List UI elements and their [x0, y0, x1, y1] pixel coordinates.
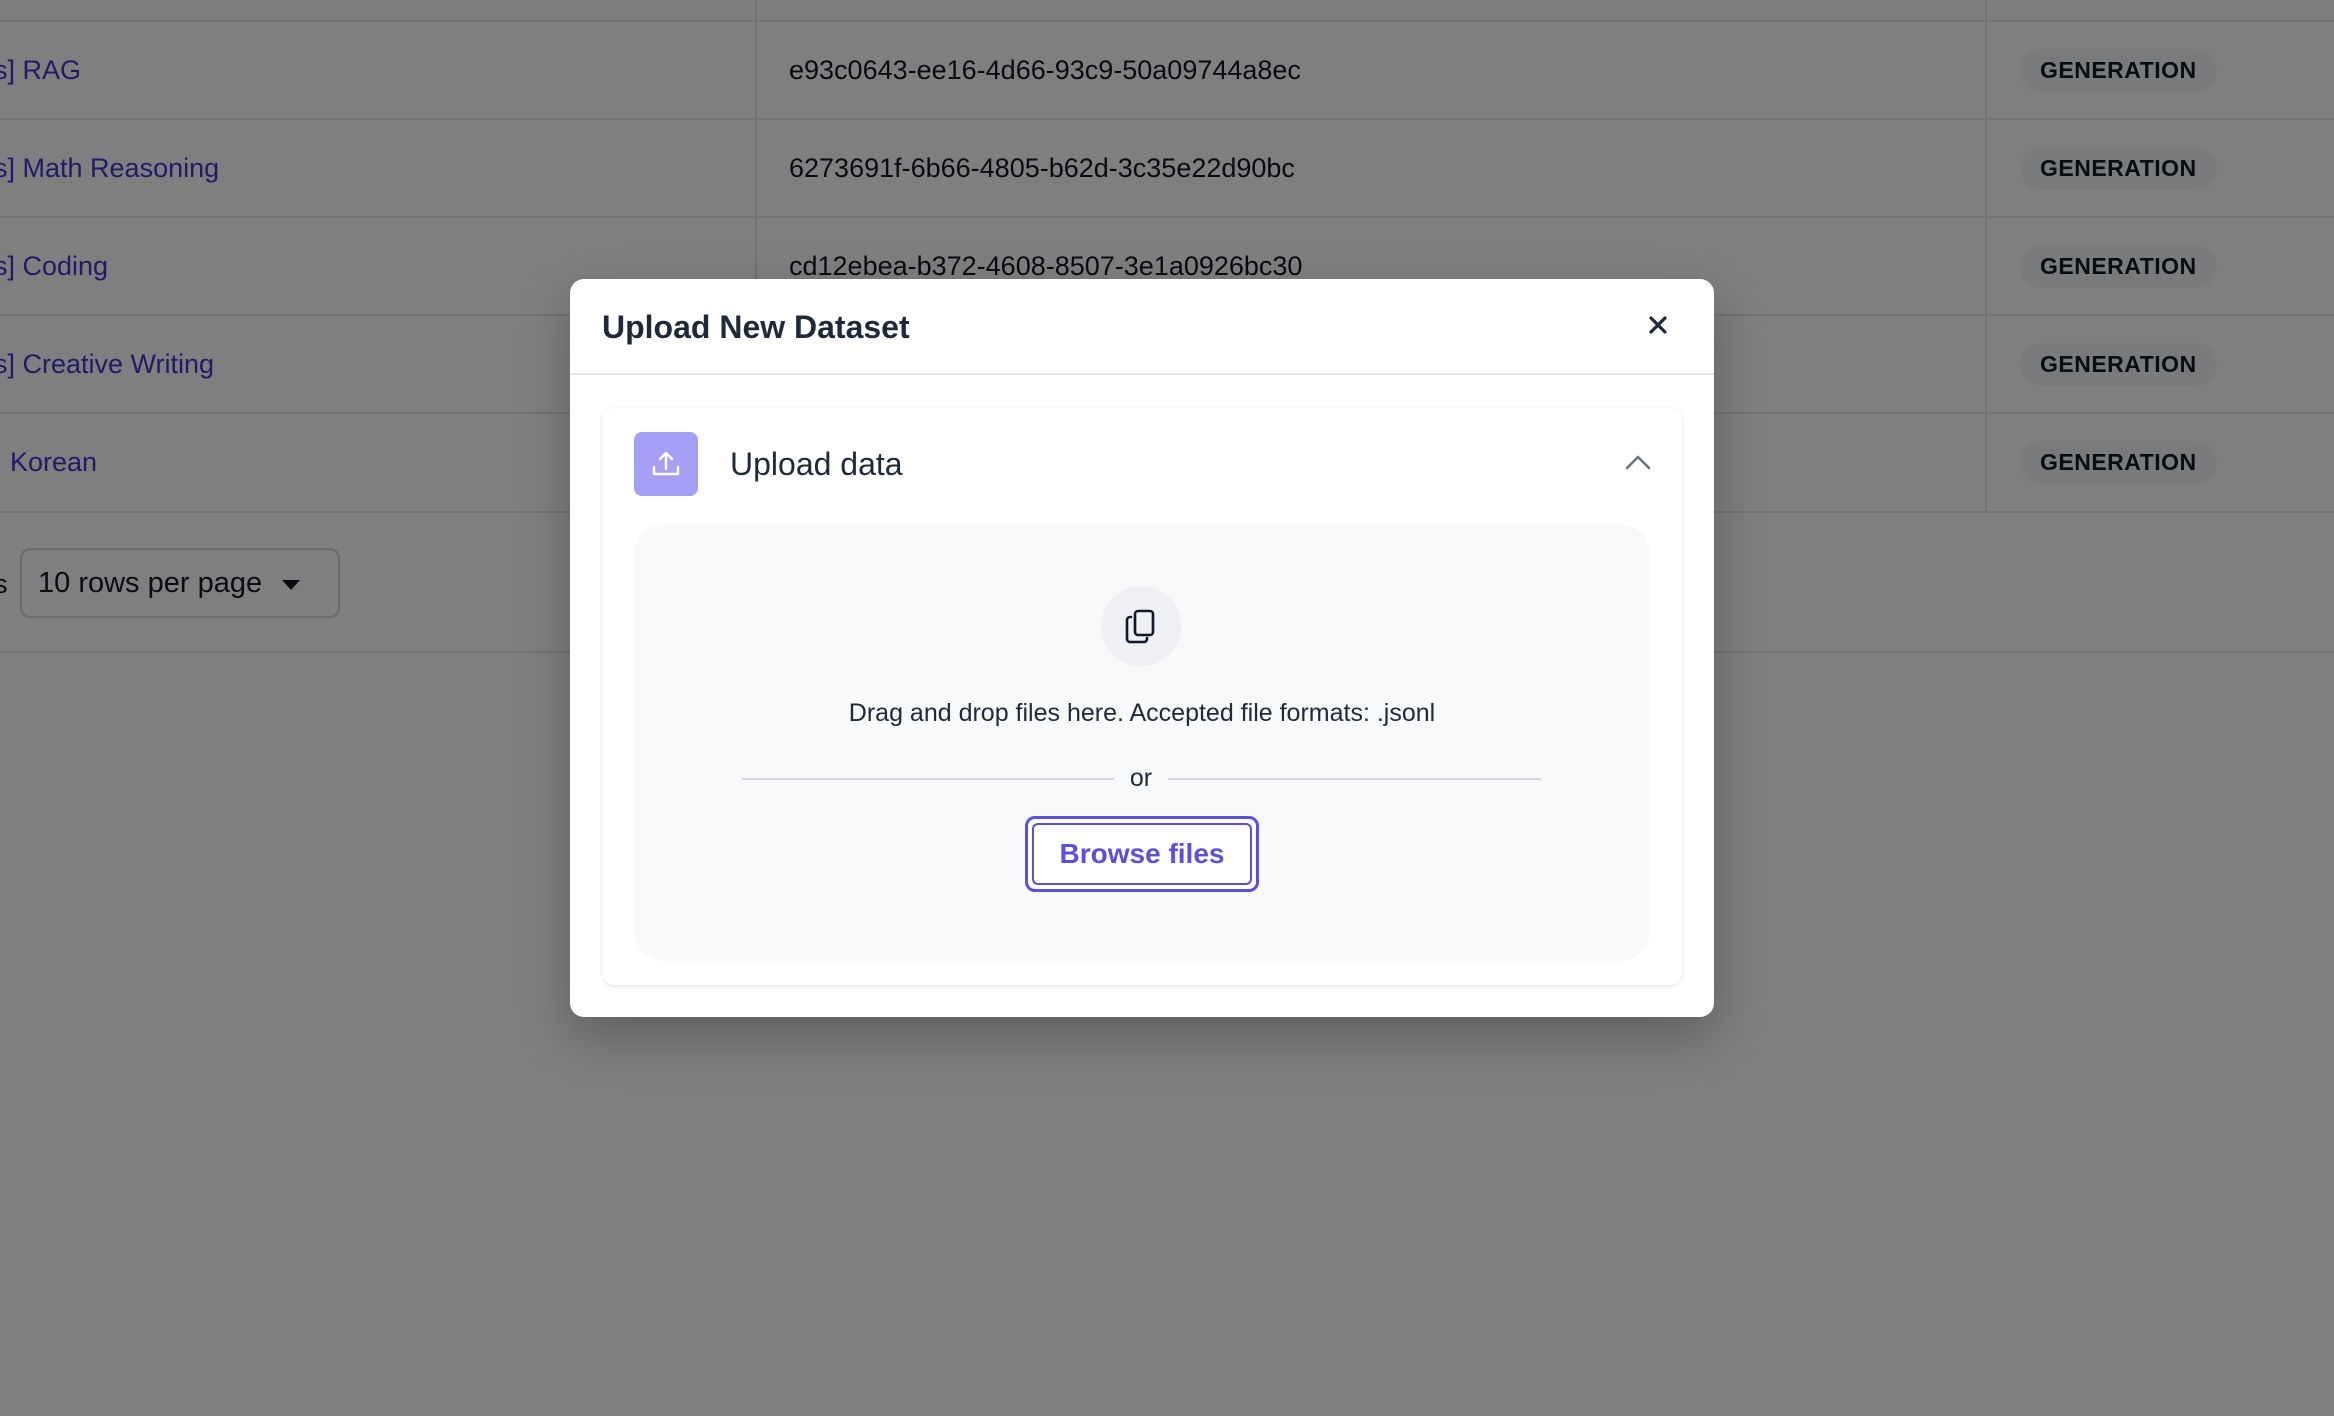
divider-right — [1168, 778, 1541, 780]
close-icon — [1649, 316, 1667, 334]
modal-title: Upload New Dataset — [602, 309, 910, 345]
upload-data-section: Upload data Drag and drop files here. Ac… — [602, 408, 1682, 985]
close-button[interactable] — [1644, 311, 1672, 339]
copy-icon-glyph — [1125, 609, 1155, 644]
upload-icon — [634, 432, 698, 496]
file-dropzone[interactable]: Drag and drop files here. Accepted file … — [634, 524, 1650, 961]
dropzone-instructions: Drag and drop files here. Accepted file … — [848, 699, 1436, 727]
upload-dataset-modal: Upload New Dataset Upload data Drag and … — [570, 279, 1714, 1017]
upload-data-section-header[interactable]: Upload data — [602, 408, 1682, 518]
upload-data-title: Upload data — [730, 446, 903, 482]
divider-left — [742, 778, 1114, 780]
chevron-up-icon[interactable] — [1624, 452, 1652, 472]
modal-header: Upload New Dataset — [570, 279, 1714, 375]
copy-icon — [1101, 586, 1181, 666]
or-separator: or — [1129, 764, 1153, 792]
upload-icon-glyph — [652, 451, 680, 476]
browse-files-button[interactable]: Browse files — [1025, 816, 1259, 892]
